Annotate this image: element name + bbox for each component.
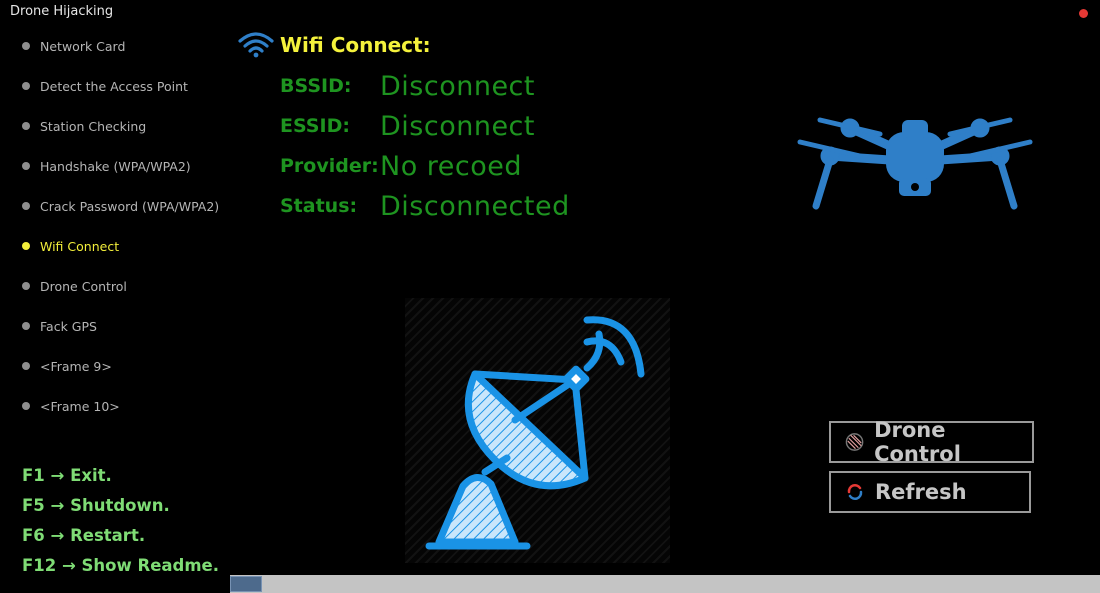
bullet-icon [22, 162, 30, 170]
bssid-value: Disconnect [380, 70, 535, 102]
essid-row: ESSID: Disconnect [280, 106, 535, 146]
sidebar-item-fack-gps[interactable]: Fack GPS [22, 316, 97, 336]
sidebar-item-label: Fack GPS [40, 318, 97, 334]
horizontal-scrollbar[interactable] [230, 575, 1100, 593]
provider-value: No recoed [380, 150, 523, 182]
drone-icon [797, 117, 1033, 210]
sidebar-item-label: Network Card [40, 38, 126, 54]
sidebar-item-drone-control[interactable]: Drone Control [22, 276, 127, 296]
sidebar-item-label: Station Checking [40, 118, 147, 134]
pattern-icon [845, 433, 864, 451]
bullet-icon [22, 282, 30, 290]
bullet-icon [22, 322, 30, 330]
drone-control-button[interactable]: Drone Control [829, 418, 1034, 466]
recording-indicator [1079, 9, 1088, 18]
provider-row: Provider: No recoed [280, 146, 522, 186]
bullet-icon [22, 402, 30, 410]
page-title: Wifi Connect: [280, 33, 431, 57]
refresh-icon [847, 484, 863, 500]
sidebar-item-crack-password[interactable]: Crack Password (WPA/WPA2) [22, 196, 219, 216]
bullet-icon [22, 122, 30, 130]
shortcut-shutdown: F5 → Shutdown. [22, 496, 170, 515]
shortcut-readme: F12 → Show Readme. [22, 556, 219, 575]
bullet-icon [22, 242, 30, 250]
sidebar-item-label: Wifi Connect [40, 238, 120, 254]
drone-control-button-label: Drone Control [874, 418, 961, 466]
status-row: Status: Disconnected [280, 186, 570, 226]
satellite-dish-icon [425, 316, 645, 550]
sidebar-item-frame-10[interactable]: <Frame 10> [22, 396, 120, 416]
essid-label: ESSID: [280, 115, 350, 137]
status-value: Disconnected [380, 190, 570, 222]
sidebar-item-label: Handshake (WPA/WPA2) [40, 158, 191, 174]
scrollbar-thumb[interactable] [230, 576, 262, 592]
shortcut-exit: F1 → Exit. [22, 466, 112, 485]
bssid-row: BSSID: Disconnect [280, 66, 535, 106]
bullet-icon [22, 42, 30, 50]
sidebar-item-detect-access-point[interactable]: Detect the Access Point [22, 76, 188, 96]
sidebar-item-label: Detect the Access Point [40, 78, 188, 94]
bullet-icon [22, 362, 30, 370]
wifi-connect-header: Wifi Connect: [238, 30, 431, 58]
shortcut-restart: F6 → Restart. [22, 526, 146, 545]
provider-label: Provider: [280, 155, 379, 177]
status-label: Status: [280, 195, 358, 217]
sidebar-item-frame-9[interactable]: <Frame 9> [22, 356, 112, 376]
wifi-icon [238, 32, 274, 58]
sidebar-item-label: Crack Password (WPA/WPA2) [40, 198, 220, 214]
sidebar-item-wifi-connect[interactable]: Wifi Connect [22, 236, 119, 256]
essid-value: Disconnect [380, 110, 535, 142]
sidebar-item-label: <Frame 10> [40, 398, 120, 414]
sidebar-item-network-card[interactable]: Network Card [22, 36, 125, 56]
bullet-icon [22, 82, 30, 90]
bullet-icon [22, 202, 30, 210]
sidebar-item-handshake[interactable]: Handshake (WPA/WPA2) [22, 156, 191, 176]
refresh-button-label: Refresh [875, 480, 967, 504]
refresh-button[interactable]: Refresh [829, 471, 1031, 513]
sidebar: Network Card Detect the Access Point Sta… [0, 0, 230, 593]
sidebar-item-station-checking[interactable]: Station Checking [22, 116, 146, 136]
sidebar-item-label: Drone Control [40, 278, 127, 294]
sidebar-item-label: <Frame 9> [40, 358, 112, 374]
bssid-label: BSSID: [280, 75, 352, 97]
